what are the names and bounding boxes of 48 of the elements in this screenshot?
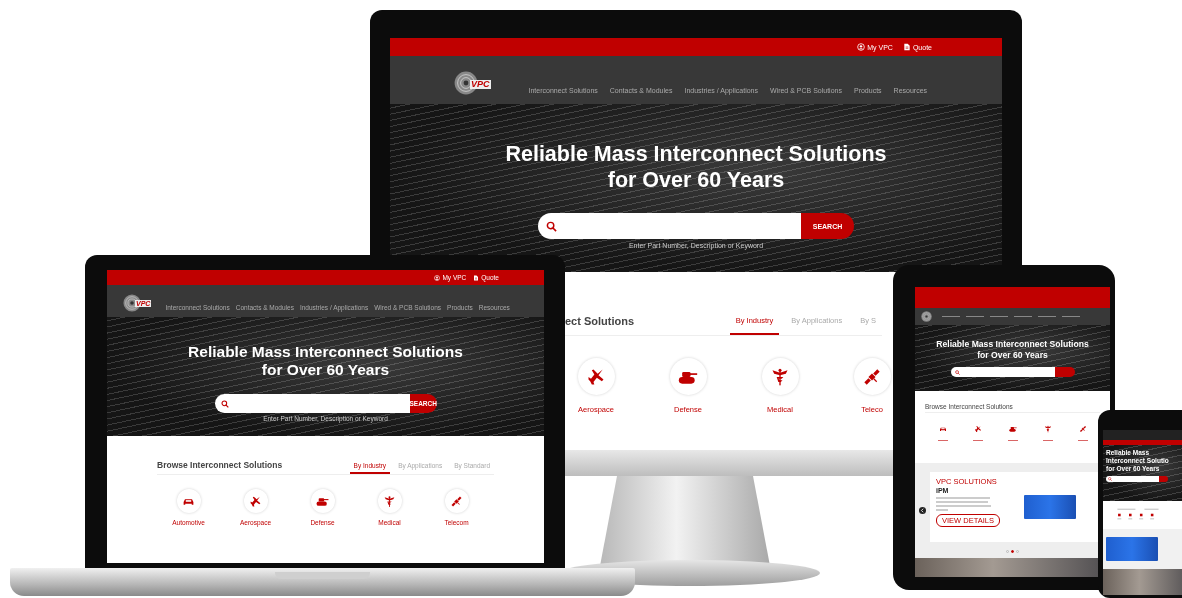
search-icon: [220, 399, 229, 408]
category-label-line: [972, 440, 983, 442]
document-icon: [902, 43, 911, 51]
product-photo-placeholder: [1024, 494, 1076, 519]
search-icon: [954, 369, 960, 375]
jet-icon: [249, 494, 262, 508]
caduceus-icon: [383, 494, 396, 508]
hero-title: Reliable Mass Interconnect Solutions for Over 60 Years: [188, 343, 463, 379]
search-icon: [1108, 477, 1112, 481]
category-label-line: [1007, 440, 1018, 442]
search-field[interactable]: [538, 213, 801, 239]
category-label-line: [1042, 440, 1053, 442]
search-field[interactable]: [950, 367, 1055, 377]
disc-logo-icon: [921, 311, 932, 322]
section-title: Browse Interconnect Solutions: [157, 460, 283, 472]
user-icon: [434, 274, 441, 281]
category-button[interactable]: [444, 489, 469, 513]
tank-icon: [1008, 425, 1017, 433]
category-button[interactable]: [243, 489, 268, 513]
search-icon: [546, 220, 557, 232]
car-icon: [938, 425, 947, 433]
category-button[interactable]: [377, 489, 402, 513]
category-button[interactable]: [669, 358, 707, 395]
category-label-line: [1077, 440, 1088, 442]
satellite-icon: [450, 494, 463, 508]
jet-icon: [973, 425, 982, 433]
arrow-left-icon[interactable]: [919, 507, 926, 514]
category-button[interactable]: [761, 358, 799, 395]
carousel-dot[interactable]: [1011, 550, 1014, 553]
product-photo-placeholder: [1106, 537, 1158, 561]
category-button[interactable]: [853, 358, 891, 395]
user-icon: [857, 43, 866, 51]
section-title: ect Solutions: [565, 315, 636, 329]
category-label-line: [937, 440, 948, 442]
search-field[interactable]: [1106, 476, 1159, 482]
caduceus-icon: [770, 366, 790, 387]
document-icon: [473, 274, 480, 281]
hero-title: Reliable Mass Interconnect Solutions for Over 60 Years: [505, 141, 887, 193]
paragraph-lines-drawing: [936, 496, 992, 511]
logo-text[interactable]: VPC: [470, 79, 491, 89]
category-button[interactable]: [577, 358, 615, 395]
search-field[interactable]: [214, 394, 410, 413]
category-button[interactable]: [176, 489, 201, 513]
hero-title: Reliable Mass Interconnect Solutions for Over 60 Years: [936, 339, 1089, 361]
category-button[interactable]: [310, 489, 335, 513]
caduceus-icon: [1043, 425, 1052, 433]
search-button[interactable]: [1054, 367, 1075, 377]
satellite-icon: [1078, 425, 1087, 433]
